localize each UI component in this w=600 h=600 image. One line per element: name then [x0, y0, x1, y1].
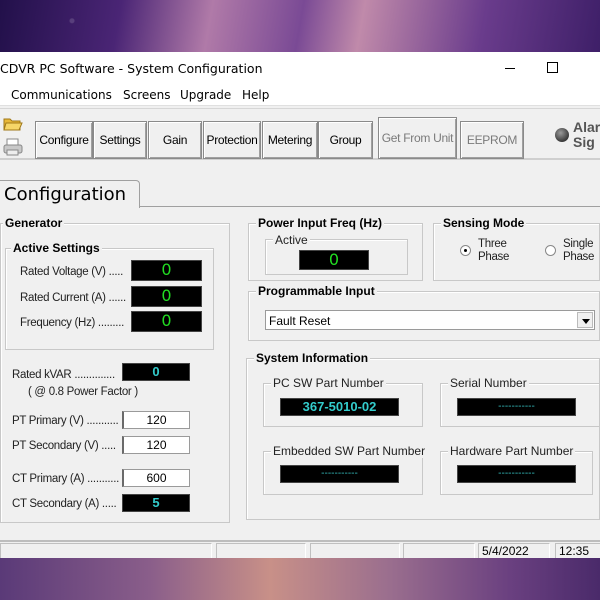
single-phase-label: Single Phase	[563, 238, 595, 263]
rated-current-label: Rated Current (A) ......	[20, 292, 126, 304]
pc-sw-part-number-display: 367-5010-02	[280, 398, 399, 416]
dropdown-arrow-icon[interactable]	[577, 312, 593, 328]
active-settings-title: Active Settings	[11, 241, 102, 255]
toolbar: Configure Settings Gain Protection Meter…	[0, 108, 600, 160]
programmable-input-value: Fault Reset	[269, 314, 331, 328]
rated-kvar-display: 0	[122, 363, 190, 381]
menu-upgrade[interactable]: Upgrade	[180, 88, 231, 102]
title-bar: CDVR PC Software - System Configuration	[0, 52, 600, 84]
pt-secondary-input[interactable]: 120	[122, 436, 190, 454]
programmable-input-select[interactable]: Fault Reset	[265, 310, 595, 330]
embedded-sw-part-number-display: -----------	[280, 465, 399, 483]
power-input-active-label: Active	[273, 233, 310, 247]
power-input-freq-title: Power Input Freq (Hz)	[256, 216, 384, 230]
menu-bar: Communications Screens Upgrade Help	[0, 84, 600, 106]
alarm-signal-label: Alar Sig	[573, 119, 600, 150]
menu-help[interactable]: Help	[242, 88, 269, 102]
three-phase-radio[interactable]	[460, 245, 471, 256]
ct-secondary-label: CT Secondary (A) .....	[12, 498, 117, 510]
pt-primary-input[interactable]: 120	[122, 411, 190, 429]
single-phase-radio[interactable]	[545, 245, 556, 256]
ct-primary-input[interactable]: 600	[122, 469, 190, 487]
hardware-part-number-label: Hardware Part Number	[448, 444, 576, 458]
get-from-unit-button[interactable]: Get From Unit	[378, 117, 457, 159]
ct-primary-label: CT Primary (A) ...........	[12, 473, 119, 485]
rated-kvar-label: Rated kVAR ..............	[12, 369, 115, 381]
status-time: 12:35 PM	[555, 543, 600, 572]
embedded-sw-part-number-label: Embedded SW Part Number	[271, 444, 428, 458]
rated-voltage-display: 0	[131, 260, 202, 281]
printer-icon[interactable]	[2, 137, 24, 159]
status-pane-4	[403, 543, 475, 559]
status-pane-3	[310, 543, 400, 559]
settings-button[interactable]: Settings	[93, 121, 147, 159]
menu-screens[interactable]: Screens	[123, 88, 171, 102]
metering-button[interactable]: Metering	[262, 121, 318, 159]
menu-communications[interactable]: Communications	[11, 88, 112, 102]
eeprom-button[interactable]: EEPROM	[460, 121, 524, 159]
sensing-mode-title: Sensing Mode	[441, 216, 527, 230]
status-pane-2	[216, 543, 306, 559]
frequency-display: 0	[131, 311, 202, 332]
desktop-wallpaper-bottom	[0, 558, 600, 600]
ct-secondary-display: 5	[122, 494, 190, 512]
hardware-part-number-display: -----------	[457, 465, 576, 483]
programmable-input-title: Programmable Input	[256, 284, 377, 298]
desktop-wallpaper-top	[0, 0, 600, 52]
three-phase-label: Three Phase	[478, 238, 510, 263]
power-factor-note: ( @ 0.8 Power Factor )	[28, 386, 138, 398]
system-information-title: System Information	[254, 351, 371, 365]
power-input-freq-display: 0	[299, 250, 369, 270]
rated-voltage-label: Rated Voltage (V) .....	[20, 266, 124, 278]
maximize-button[interactable]	[547, 62, 558, 73]
generator-title: Generator	[3, 216, 65, 230]
window-title: CDVR PC Software - System Configuration	[0, 61, 263, 76]
alarm-signal-led	[555, 128, 569, 142]
frequency-label: Frequency (Hz) .........	[20, 317, 124, 329]
protection-button[interactable]: Protection	[203, 121, 261, 159]
serial-number-label: Serial Number	[448, 376, 529, 390]
configure-button[interactable]: Configure	[35, 121, 93, 159]
gain-button[interactable]: Gain	[148, 121, 202, 159]
tab-divider	[140, 206, 600, 207]
open-folder-icon[interactable]	[2, 113, 24, 135]
group-button[interactable]: Group	[318, 121, 373, 159]
rated-current-display: 0	[131, 286, 202, 307]
serial-number-display: -----------	[457, 398, 576, 416]
pt-secondary-label: PT Secondary (V) .....	[12, 440, 116, 452]
status-pane-1	[0, 543, 212, 559]
tab-configuration-label: Configuration	[4, 184, 127, 205]
pc-sw-part-number-label: PC SW Part Number	[271, 376, 386, 390]
pt-primary-label: PT Primary (V) ...........	[12, 415, 119, 427]
minimize-button[interactable]	[500, 56, 520, 80]
status-bar: 5/4/2022 12:35 PM	[0, 540, 600, 572]
status-date: 5/4/2022	[478, 543, 550, 559]
